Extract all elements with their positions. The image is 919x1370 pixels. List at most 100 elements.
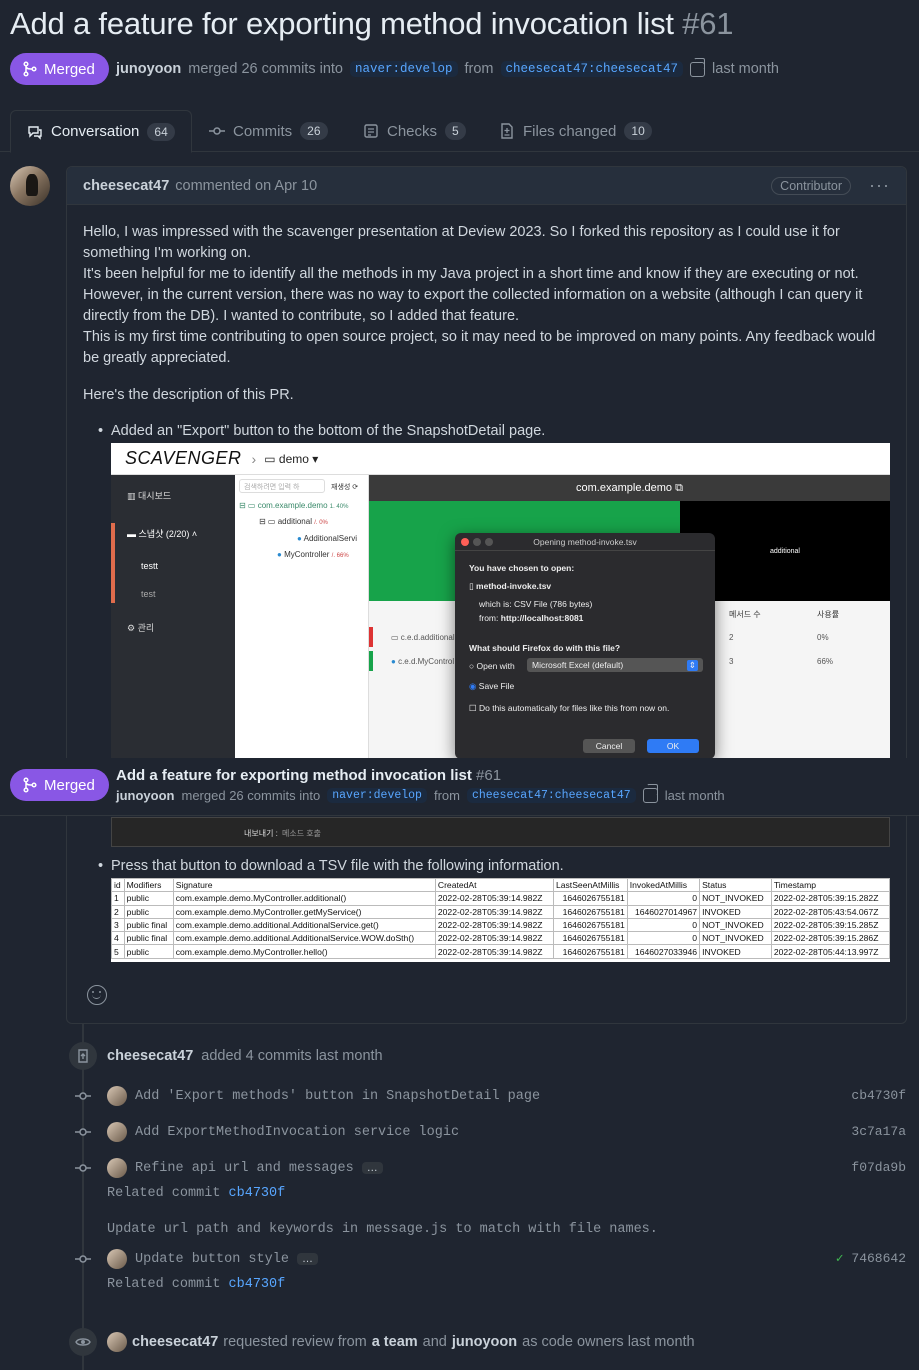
- commit-message[interactable]: Update button style: [135, 1252, 289, 1267]
- contributor-badge: Contributor: [771, 176, 852, 195]
- tsv-cell: 1646026755181: [552, 917, 628, 933]
- tsv-cell: 1646026755181: [552, 891, 628, 906]
- head-branch[interactable]: cheesecat47:cheesecat47: [500, 61, 684, 77]
- tsv-cell: com.example.demo.MyController.getMyServi…: [172, 904, 436, 919]
- tsv-cell: 2022-02-28T05:39:14.982Z: [434, 931, 554, 946]
- pr-tabs: Conversation 64 Commits 26 Checks 5 File…: [0, 110, 919, 153]
- reviewer-avatar[interactable]: [107, 1332, 127, 1352]
- tsv-cell: com.example.demo.MyController.hello(): [172, 944, 436, 959]
- comment-options-icon[interactable]: ···: [869, 175, 890, 196]
- tsv-cell: 2022-02-28T05:39:14.982Z: [434, 917, 554, 933]
- tsv-row: 1 public com.example.demo.MyController.add…: [111, 891, 890, 906]
- commit-node-icon: [75, 1128, 91, 1136]
- expand-commit-button[interactable]: …: [361, 1162, 383, 1174]
- tsv-header-row: id Modifiers Signature CreatedAt LastSeenAtM…: [111, 878, 890, 893]
- tsv-header-cell: Modifiers: [123, 878, 174, 893]
- commit-message[interactable]: Refine api url and messages: [135, 1161, 354, 1176]
- tsv-cell: public final: [123, 917, 174, 933]
- tsv-cell: 0: [626, 891, 701, 906]
- merged-state-badge: Merged: [10, 769, 109, 801]
- tsv-screenshot[interactable]: id Modifiers Signature CreatedAt LastSeenAtM…: [111, 878, 890, 962]
- add-reaction-icon[interactable]: [87, 985, 107, 1005]
- file-diff-icon: [501, 123, 513, 139]
- tsv-row: 4 public final com.example.demo.additional…: [111, 931, 890, 946]
- sticky-title[interactable]: Add a feature for exporting method invoc…: [116, 767, 501, 784]
- tsv-cell: NOT_INVOKED: [699, 931, 772, 946]
- review-badge: [69, 1328, 97, 1356]
- commit-sha[interactable]: cb4730f: [851, 1088, 906, 1103]
- tsv-cell: 1646027033946: [626, 944, 701, 959]
- bullet-item: Added an "Export" button to the bottom o…: [98, 423, 545, 439]
- tsv-cell: 2022-02-28T05:39:15.286Z: [770, 931, 890, 946]
- tsv-table: id Modifiers Signature CreatedAt LastSeenAtM…: [111, 878, 890, 959]
- commit-sha[interactable]: f07da9b: [851, 1160, 906, 1175]
- tsv-cell: 0: [626, 917, 701, 933]
- tsv-cell: 2022-02-28T05:39:14.982Z: [434, 891, 554, 906]
- check-icon[interactable]: ✓: [836, 1251, 844, 1266]
- tab-conversation[interactable]: Conversation 64: [10, 110, 192, 153]
- tab-checks[interactable]: Checks 5: [363, 110, 466, 152]
- bullet-item: Press that button to download a TSV file…: [98, 858, 564, 874]
- tsv-cell: 2022-02-28T05:39:15.282Z: [770, 891, 890, 906]
- related-commit-link[interactable]: cb4730f: [229, 1277, 286, 1292]
- merge-icon: [23, 61, 37, 77]
- export-bar-snippet: 내보내기 : 메소드 호출: [111, 817, 890, 847]
- tsv-cell: 5: [111, 944, 125, 959]
- tsv-cell: 1646026755181: [552, 944, 628, 959]
- base-branch[interactable]: naver:develop: [349, 61, 458, 77]
- comment-paragraph: Hello, I was impressed with the scavenge…: [83, 224, 876, 366]
- commit-avatar[interactable]: [107, 1249, 127, 1269]
- tsv-cell: INVOKED: [699, 944, 772, 959]
- firefox-open-dialog: Opening method-invoke.tsv You have chose…: [455, 533, 715, 759]
- commit-item: Add ExportMethodInvocation service logic: [107, 1121, 459, 1143]
- eye-icon: [75, 1338, 91, 1346]
- merger-link[interactable]: junoyoon: [116, 61, 181, 77]
- export-button-screenshot[interactable]: SCAVENGER › ▭ demo ▾ ▥ 대시보드 ▬ 스냅샷 (2/20)…: [111, 443, 890, 759]
- commit-icon: [209, 127, 225, 135]
- author-avatar[interactable]: [10, 166, 50, 206]
- comment-time[interactable]: commented on Apr 10: [175, 178, 317, 194]
- tsv-cell: INVOKED: [699, 904, 772, 919]
- copy-icon[interactable]: [642, 784, 658, 803]
- comment-author[interactable]: cheesecat47: [83, 178, 169, 194]
- tsv-header-cell: Signature: [172, 878, 436, 893]
- pr-meta: junoyoon merged 26 commits into naver:de…: [116, 57, 779, 77]
- commit-avatar[interactable]: [107, 1122, 127, 1142]
- tsv-cell: 1: [111, 891, 125, 906]
- comment-paragraph: Here's the description of this PR.: [83, 387, 294, 403]
- commit-node-icon: [75, 1164, 91, 1172]
- tsv-cell: public: [123, 891, 174, 906]
- tab-files-changed[interactable]: Files changed 10: [499, 110, 652, 152]
- tsv-cell: public final: [123, 931, 174, 946]
- related-commit-link[interactable]: cb4730f: [229, 1186, 286, 1201]
- commit-sha[interactable]: 3c7a17a: [851, 1124, 906, 1139]
- commit-node-icon: [75, 1092, 91, 1100]
- timeline-line: [82, 1024, 84, 1370]
- tsv-cell: 2022-02-28T05:39:15.285Z: [770, 917, 890, 933]
- tab-commits[interactable]: Commits 26: [209, 110, 328, 152]
- pr-title: Add a feature for exporting method invoc…: [10, 6, 734, 41]
- commit-description: Related commit cb4730f: [107, 1277, 286, 1292]
- tsv-cell: com.example.demo.MyController.additional…: [172, 891, 436, 906]
- commit-node-icon: [75, 1255, 91, 1263]
- tsv-cell: 1646027014967: [626, 904, 701, 919]
- tsv-row: 2 public com.example.demo.MyController.get…: [111, 904, 890, 919]
- commit-avatar[interactable]: [107, 1158, 127, 1178]
- tsv-cell: 4: [111, 931, 125, 946]
- commit-message[interactable]: Add ExportMethodInvocation service logic: [135, 1125, 459, 1140]
- comment-header: cheesecat47 commented on Apr 10 Contribu…: [67, 167, 906, 205]
- tsv-row: 3 public final com.example.demo.additional…: [111, 917, 890, 933]
- review-requested-event: cheesecat47 requested review from a team…: [107, 1331, 695, 1353]
- tsv-cell: public: [123, 944, 174, 959]
- tsv-header-cell: CreatedAt: [434, 878, 554, 893]
- expand-commit-button[interactable]: …: [296, 1253, 318, 1265]
- commit-avatar[interactable]: [107, 1086, 127, 1106]
- commit-description: Related commit cb4730f: [107, 1186, 286, 1201]
- comment-icon: [28, 125, 42, 140]
- commit-message[interactable]: Add 'Export methods' button in SnapshotD…: [135, 1089, 540, 1104]
- merge-icon: [23, 777, 37, 793]
- tsv-row: 5 public com.example.demo.MyController.hel…: [111, 944, 890, 959]
- copy-icon[interactable]: [690, 57, 706, 77]
- tsv-cell: 1646026755181: [552, 931, 628, 946]
- sticky-pr-header: Merged Add a feature for exporting metho…: [0, 758, 919, 816]
